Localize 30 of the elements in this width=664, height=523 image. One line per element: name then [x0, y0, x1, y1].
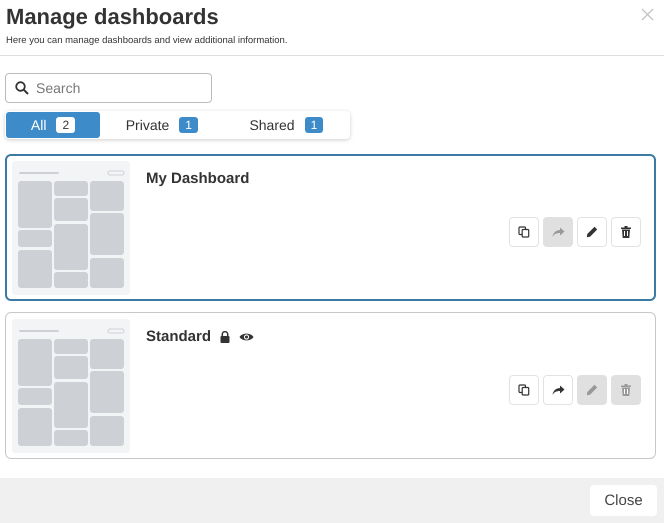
copy-icon: [518, 226, 530, 238]
share-arrow-icon: [552, 226, 564, 238]
search-field[interactable]: Search: [5, 73, 212, 103]
dashboard-card[interactable]: Standard: [5, 312, 656, 459]
dialog-subtitle: Here you can manage dashboards and view additional information.: [6, 35, 288, 46]
dialog-title: Manage dashboards: [6, 4, 219, 30]
eye-icon: [239, 332, 254, 342]
close-button[interactable]: Close: [590, 485, 657, 516]
filter-tab[interactable]: Shared 1: [224, 112, 350, 138]
search-icon: [15, 81, 29, 95]
edit-button[interactable]: [577, 217, 607, 247]
dashboard-card[interactable]: My Dashboard: [5, 154, 656, 301]
count-badge: 1: [304, 117, 324, 133]
pencil-icon: [586, 384, 598, 396]
share-button[interactable]: [543, 375, 573, 405]
pencil-icon: [586, 226, 598, 238]
share-arrow-icon: [552, 384, 564, 396]
trash-icon: [621, 226, 631, 238]
delete-button[interactable]: [611, 217, 641, 247]
trash-icon: [621, 384, 631, 396]
lock-icon: [220, 330, 230, 342]
copy-button[interactable]: [509, 217, 539, 247]
dashboard-name: My Dashboard: [146, 170, 250, 187]
dashboard-name: Standard: [146, 328, 212, 345]
count-badge: 2: [56, 117, 76, 133]
count-badge: 1: [179, 117, 198, 133]
copy-button[interactable]: [509, 375, 539, 405]
filter-tab[interactable]: All 2: [6, 112, 100, 138]
copy-icon: [518, 384, 530, 396]
filter-tab[interactable]: Private 1: [100, 112, 224, 138]
